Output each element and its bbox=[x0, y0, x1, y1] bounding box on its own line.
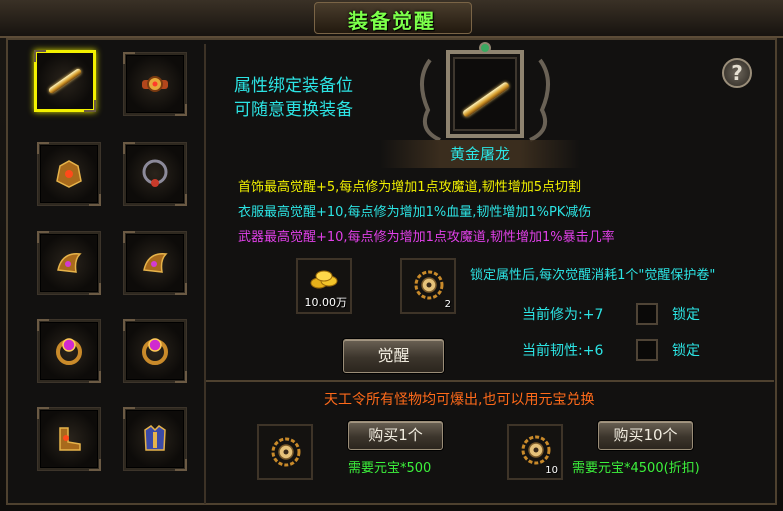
slot-armor[interactable] bbox=[123, 407, 187, 471]
slot-necklace[interactable] bbox=[123, 142, 187, 206]
gold-coins-icon bbox=[310, 270, 338, 289]
armor-icon bbox=[144, 425, 166, 451]
slot-belt[interactable] bbox=[123, 52, 187, 116]
slot-bracelet-left[interactable] bbox=[37, 231, 101, 295]
slot-ring-left[interactable] bbox=[37, 319, 101, 383]
belt-icon bbox=[142, 76, 168, 92]
buy10-item-slot: 10 bbox=[507, 424, 563, 480]
help-button[interactable]: ? bbox=[722, 58, 752, 88]
intro-line-2: 可随意更换装备 bbox=[234, 100, 353, 120]
slot-weapon[interactable] bbox=[34, 50, 96, 112]
awakening-token-icon bbox=[271, 437, 301, 467]
bonus-necklace: 首饰最高觉醒+5,每点修为增加1点攻魔道,韧性增加5点切割 bbox=[238, 180, 581, 195]
intro-line-1: 属性绑定装备位 bbox=[234, 76, 353, 96]
ring-icon bbox=[142, 338, 168, 365]
necklace-icon bbox=[142, 159, 168, 187]
buy1-item-slot bbox=[257, 424, 313, 480]
section-divider bbox=[206, 380, 774, 382]
sword-icon bbox=[461, 81, 511, 118]
buy-1-cost: 需要元宝*500 bbox=[348, 461, 432, 476]
bonus-weapon: 武器最高觉醒+10,每点修为增加1点攻魔道,韧性增加1%暴击几率 bbox=[238, 230, 615, 245]
current-toughness: 当前韧性:+6 bbox=[522, 343, 604, 359]
gold-amount: 10.00万 bbox=[304, 296, 348, 309]
lock-notice: 锁定属性后,每次觉醒消耗1个"觉醒保护卷" bbox=[470, 268, 716, 283]
buy-10-cost: 需要元宝*4500(折扣) bbox=[572, 461, 700, 476]
window-title: 装备觉醒 bbox=[348, 9, 436, 33]
lock-cultivation-label: 锁定 bbox=[672, 307, 700, 323]
bracelet-icon bbox=[143, 253, 168, 273]
awaken-button[interactable]: 觉醒 bbox=[343, 339, 444, 373]
shop-notice: 天工令所有怪物均可爆出,也可以用元宝兑换 bbox=[324, 392, 595, 408]
current-cultivation: 当前修为:+7 bbox=[522, 307, 604, 323]
buy-1-button[interactable]: 购买1个 bbox=[348, 421, 443, 450]
buy10-count: 10 bbox=[545, 465, 558, 476]
buy-10-button[interactable]: 购买10个 bbox=[598, 421, 693, 450]
lock-toughness-checkbox[interactable] bbox=[636, 339, 658, 361]
scroll-count: 2 bbox=[444, 299, 451, 310]
awakening-window: 装备觉醒 属性绑定装备位 可随意更换装备 ? 黄金屠龙 首饰最高觉醒+5,每点修… bbox=[0, 0, 783, 511]
helmet-icon bbox=[56, 160, 82, 188]
awaken-target-slot[interactable] bbox=[459, 72, 513, 126]
slot-helmet[interactable] bbox=[37, 142, 101, 206]
slot-boots[interactable] bbox=[37, 407, 101, 471]
gold-cost-slot: 10.00万 bbox=[296, 258, 352, 314]
sword-icon bbox=[47, 67, 83, 95]
bonus-clothes: 衣服最高觉醒+10,每点修为增加1%血量,韧性增加1%PK减伤 bbox=[238, 205, 592, 220]
bracelet-icon bbox=[57, 253, 82, 273]
item-name: 黄金屠龙 bbox=[449, 145, 510, 163]
scroll-cost-slot: 2 bbox=[400, 258, 456, 314]
lock-toughness-label: 锁定 bbox=[672, 343, 700, 359]
slot-bracelet-right[interactable] bbox=[123, 231, 187, 295]
awakening-token-icon bbox=[521, 435, 551, 465]
lock-cultivation-checkbox[interactable] bbox=[636, 303, 658, 325]
ring-icon bbox=[56, 338, 82, 365]
slot-ring-right[interactable] bbox=[123, 319, 187, 383]
awakening-token-icon bbox=[414, 270, 444, 300]
boots-icon bbox=[59, 427, 81, 451]
